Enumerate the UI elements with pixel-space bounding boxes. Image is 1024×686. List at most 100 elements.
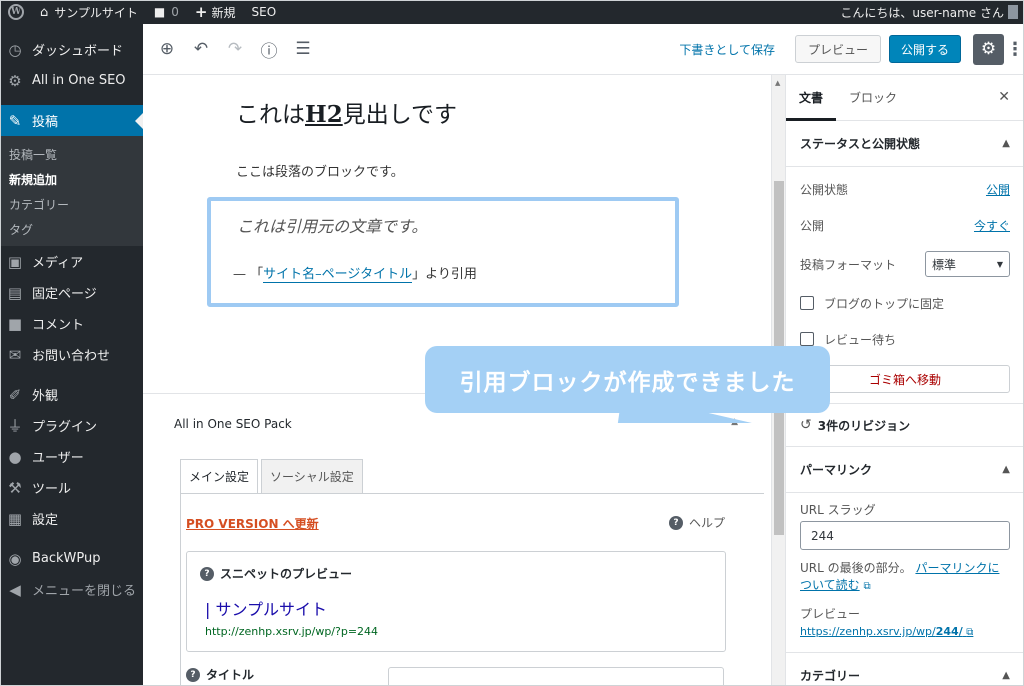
external-link-icon: ⧉: [863, 581, 871, 592]
add-block-icon[interactable]: ⊕: [153, 35, 181, 63]
info-icon[interactable]: ⓘ: [255, 35, 283, 63]
comments-link[interactable]: ■ 0: [146, 0, 187, 24]
format-label: 投稿フォーマット: [800, 257, 897, 272]
seo-pack-title: All in One SEO Pack: [174, 417, 292, 431]
sidebar-item-label: 設定: [32, 513, 59, 528]
sidebar-item-dashboard[interactable]: ◷ ダッシュボード: [0, 34, 143, 65]
collapse-menu-button[interactable]: ◀ メニューを閉じる: [0, 574, 143, 605]
question-icon[interactable]: ?: [186, 667, 200, 682]
pending-label: レビュー待ち: [824, 332, 897, 347]
comments-count: 0: [171, 5, 179, 19]
submenu-tags[interactable]: タグ: [0, 217, 143, 242]
close-icon[interactable]: ✕: [998, 89, 1010, 105]
external-link-icon: ⧉: [966, 627, 974, 638]
paragraph-block[interactable]: ここは段落のブロックです。: [236, 161, 404, 180]
status-panel-header[interactable]: ステータスと公開状態 ▲: [786, 121, 1024, 167]
sidebar-item-contact[interactable]: ✉ お問い合わせ: [0, 339, 143, 370]
pro-version-link[interactable]: PRO VERSION へ更新: [186, 515, 319, 532]
sidebar-item-label: All in One SEO: [32, 73, 126, 88]
quote-block[interactable]: これは引用元の文章です。 — 「サイト名–ページタイトル」より引用: [207, 197, 679, 307]
sidebar-item-posts[interactable]: ✎ 投稿: [0, 105, 143, 136]
tab-main-settings[interactable]: メイン設定: [180, 459, 259, 494]
snippet-preview-box: ? スニペットのプレビュー | サンプルサイト http://zenhp.xsr…: [186, 551, 726, 652]
settings-icon: ▦: [7, 509, 23, 528]
visibility-link[interactable]: 公開: [986, 181, 1010, 198]
sidebar-item-settings[interactable]: ▦ 設定: [0, 503, 143, 534]
visibility-row: 公開状態 公開: [786, 171, 1024, 207]
visibility-label: 公開状態: [800, 182, 849, 197]
sidebar-item-pages[interactable]: ▤ 固定ページ: [0, 277, 143, 308]
chevron-up-icon[interactable]: ▲: [1002, 138, 1010, 149]
sidebar-item-label: プラグイン: [32, 420, 98, 435]
publish-date-link[interactable]: 今すぐ: [974, 217, 1010, 234]
sidebar-item-label: メディア: [32, 256, 84, 271]
tab-document[interactable]: 文書: [786, 75, 837, 121]
permalink-panel-header[interactable]: パーマリンク ▲: [786, 447, 1024, 493]
chevron-down-icon: ▼: [996, 259, 1003, 269]
scroll-up-arrow-icon[interactable]: ▲: [775, 79, 780, 87]
sticky-checkbox[interactable]: [800, 296, 814, 310]
wordpress-menu[interactable]: W: [0, 0, 32, 24]
post-format-select[interactable]: 標準 ▼: [925, 251, 1010, 277]
site-name-link[interactable]: ⌂ サンプルサイト: [32, 0, 146, 24]
settings-gear-icon[interactable]: ⚙: [973, 33, 1004, 65]
category-panel-header[interactable]: カテゴリー ▲: [786, 652, 1024, 686]
tab-social-settings[interactable]: ソーシャル設定: [261, 459, 363, 494]
sidebar-item-backwpup[interactable]: ◉ BackWPup: [0, 543, 143, 574]
chevron-up-icon[interactable]: ▲: [1002, 464, 1010, 475]
my-account-link[interactable]: こんにちは、user-name さん: [832, 0, 1024, 24]
heading-bold: H2: [305, 101, 343, 128]
sidebar-item-comments[interactable]: ■ コメント: [0, 308, 143, 339]
submenu-add-new[interactable]: 新規追加: [0, 167, 143, 192]
backwpup-icon: ◉: [8, 549, 22, 568]
avatar: [1008, 5, 1018, 19]
plugin-icon: ⏚: [7, 417, 23, 435]
chevron-up-icon[interactable]: ▲: [1002, 670, 1010, 681]
sticky-label: ブログのトップに固定: [824, 296, 945, 311]
redo-icon[interactable]: ↷: [221, 35, 249, 63]
sidebar-item-users[interactable]: ● ユーザー: [0, 441, 143, 472]
user-icon: ●: [8, 447, 22, 466]
greeting-label: こんにちは、user-name さん: [840, 5, 1004, 20]
quote-text[interactable]: これは引用元の文章です。: [237, 213, 427, 237]
admin-sidebar: ◷ ダッシュボード ⚙ All in One SEO ✎ 投稿 投稿一覧 新規追…: [0, 24, 143, 686]
sidebar-item-appearance[interactable]: ✐ 外観: [0, 379, 143, 410]
submenu-all-posts[interactable]: 投稿一覧: [0, 142, 143, 167]
seo-title-input[interactable]: [388, 667, 724, 686]
move-to-trash-button[interactable]: ゴミ箱へ移動: [800, 365, 1010, 393]
sidebar-item-label: 投稿: [32, 115, 59, 130]
preview-button[interactable]: プレビュー: [794, 35, 881, 63]
cite-link[interactable]: サイト名–ページタイトル: [263, 267, 413, 283]
snippet-url: http://zenhp.xsrv.jp/wp/?p=244: [205, 625, 379, 638]
sidebar-item-media[interactable]: ▣ メディア: [0, 246, 143, 277]
save-draft-button[interactable]: 下書きとして保存: [679, 41, 775, 58]
question-icon[interactable]: ?: [200, 566, 214, 581]
submenu-categories[interactable]: カテゴリー: [0, 192, 143, 217]
help-link[interactable]: ? ヘルプ: [669, 514, 725, 531]
sidebar-item-label: ツール: [32, 482, 72, 497]
sidebar-item-label: BackWPup: [32, 551, 101, 566]
tab-block[interactable]: ブロック: [836, 75, 910, 121]
sidebar-item-plugins[interactable]: ⏚ プラグイン: [0, 410, 143, 441]
title-label: タイトル: [206, 668, 255, 682]
pending-review-checkbox[interactable]: [800, 332, 814, 346]
seo-main-panel: PRO VERSION へ更新 ? ヘルプ ? スニペットのプレビュー | サン…: [180, 493, 764, 686]
preview-url-link[interactable]: https://zenhp.xsrv.jp/wp/244/ ⧉: [786, 622, 1024, 638]
sidebar-item-tools[interactable]: ⚒ ツール: [0, 472, 143, 503]
seo-menu-link[interactable]: SEO: [244, 0, 285, 24]
format-value: 標準: [932, 257, 957, 272]
new-content-link[interactable]: + 新規: [187, 0, 244, 24]
seo-tabs: メイン設定 ソーシャル設定: [180, 459, 366, 494]
undo-icon[interactable]: ↶: [187, 35, 215, 63]
quote-citation[interactable]: — 「サイト名–ページタイトル」より引用: [233, 263, 477, 283]
more-options-icon[interactable]: ⋮: [1006, 39, 1024, 60]
publish-button[interactable]: 公開する: [888, 35, 961, 63]
sidebar-item-label: コメント: [32, 318, 85, 333]
admin-bar: W ⌂ サンプルサイト ■ 0 + 新規 SEO こんにちは、user-name…: [0, 0, 1024, 24]
sidebar-item-all-in-one-seo[interactable]: ⚙ All in One SEO: [0, 65, 143, 96]
heading-block[interactable]: これはH2見出しです: [236, 95, 457, 129]
block-navigation-icon[interactable]: ☰: [289, 35, 317, 63]
permalink-heading: パーマリンク: [800, 463, 873, 477]
url-slug-input[interactable]: 244: [800, 521, 1010, 550]
sidebar-item-label: メニューを閉じる: [32, 584, 137, 599]
